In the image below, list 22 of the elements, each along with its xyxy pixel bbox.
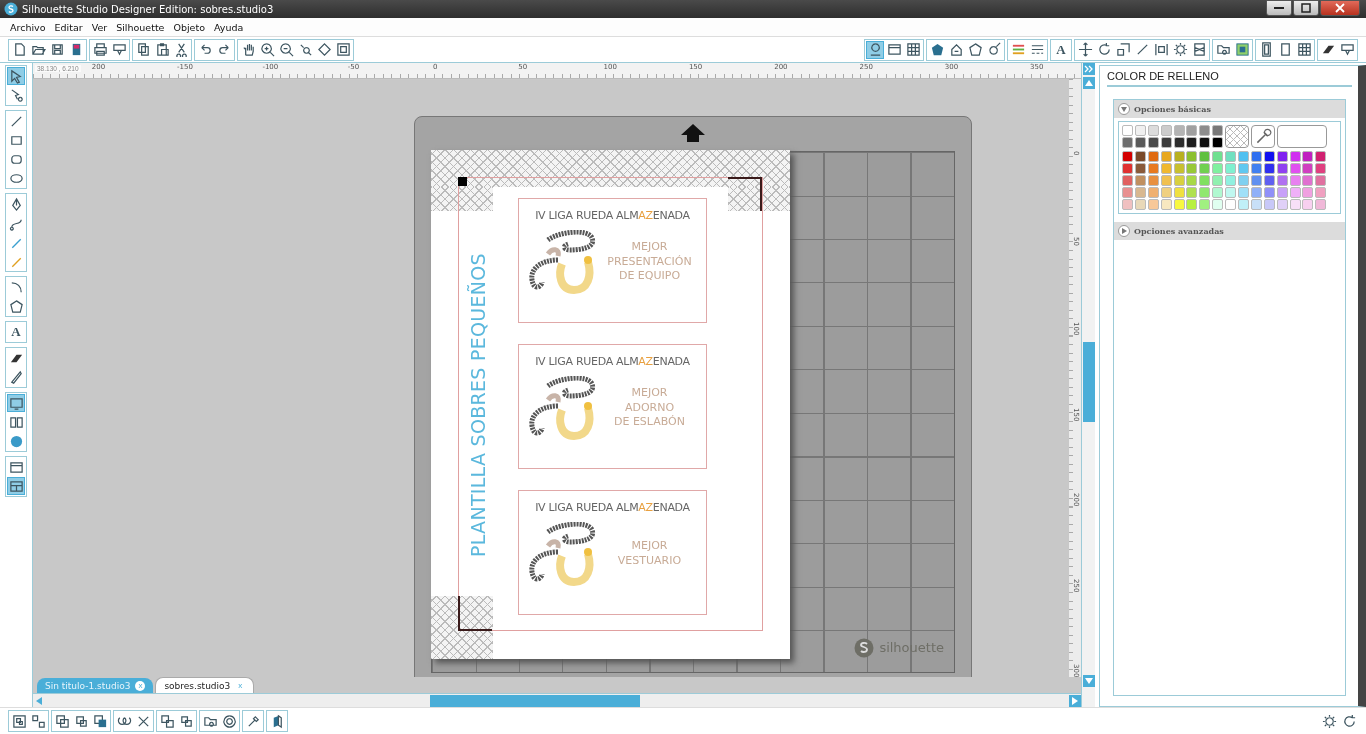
window-title: Silhouette Studio Designer Edition: sobres.studio3 — [22, 3, 274, 15]
document-tab[interactable]: sobres.studio3 x — [155, 677, 255, 693]
panel-title: COLOR DE RELLENO — [1107, 70, 1352, 87]
tab-label: sobres.studio3 — [164, 680, 231, 691]
menu-item[interactable]: Ayuda — [214, 21, 244, 33]
section-label: Opciones básicas — [1134, 104, 1211, 114]
card-heading: IV LIGA RUEDA ALMAZENADA — [535, 501, 690, 514]
award-title: MEJOR ADORNO DE ESLABÓN — [613, 385, 686, 431]
award-title: MEJOR VESTUARIO — [616, 539, 683, 569]
section-header[interactable]: Opciones básicas — [1114, 100, 1345, 118]
menu-item[interactable]: Editar — [54, 21, 83, 33]
tab-label: Sin titulo-1.studio3 — [45, 680, 131, 691]
menu-item[interactable]: Silhouette — [116, 21, 165, 33]
menu-item[interactable]: Objeto — [173, 21, 205, 33]
card-heading: IV LIGA RUEDA ALMAZENADA — [535, 355, 690, 368]
section-label: Opciones avanzadas — [1134, 226, 1224, 236]
section-header[interactable]: Opciones avanzadas — [1114, 222, 1345, 240]
menu-item[interactable]: Archivo — [10, 21, 46, 33]
card-heading: IV LIGA RUEDA ALMAZENADA — [535, 209, 690, 222]
template-title: PLANTILLA SOBRES PEQUEÑOS — [467, 253, 489, 557]
award-title: MEJOR PRESENTACIÓN DE EQUIPO — [606, 239, 693, 285]
menu-item[interactable]: Ver — [91, 21, 108, 33]
